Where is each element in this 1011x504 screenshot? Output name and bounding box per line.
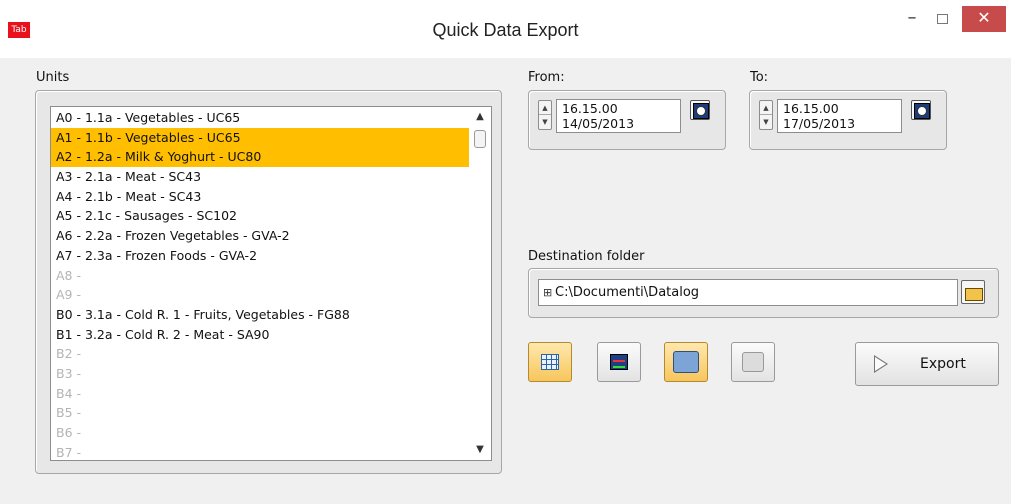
scroll-down-icon[interactable]: ▼ — [474, 444, 486, 456]
from-datetime-panel: ▲ ▼ 16.15.00 14/05/2013 — [528, 90, 726, 150]
spin-down-icon[interactable]: ▼ — [539, 115, 551, 129]
list-item[interactable]: B7 - — [51, 443, 469, 460]
list-item[interactable]: A4 - 2.1b - Meat - SC43 — [51, 187, 469, 207]
list-item[interactable]: B3 - — [51, 364, 469, 384]
from-time: 16.15.00 — [562, 101, 618, 116]
list-item[interactable]: B0 - 3.1a - Cold R. 1 - Fruits, Vegetabl… — [51, 305, 469, 325]
spin-up-icon[interactable]: ▲ — [539, 101, 551, 115]
list-item[interactable]: B5 - — [51, 403, 469, 423]
export-label: Export — [920, 356, 966, 372]
list-item[interactable]: B2 - — [51, 344, 469, 364]
title-bar: Tab Quick Data Export – ✕ — [0, 0, 1011, 58]
list-item[interactable]: A1 - 1.1b - Vegetables - UC65 — [51, 127, 469, 148]
minimize-button[interactable]: – — [898, 6, 926, 32]
export-button[interactable]: Export — [855, 342, 999, 386]
to-datetime-panel: ▲ ▼ 16.15.00 17/05/2013 — [749, 90, 947, 150]
list-item[interactable]: B6 - — [51, 423, 469, 443]
to-calendar-clock-icon[interactable] — [911, 100, 931, 120]
from-datetime-field[interactable]: 16.15.00 14/05/2013 — [556, 99, 681, 133]
destination-path: C:\Documenti\Datalog — [555, 285, 700, 300]
table-format-button[interactable] — [528, 342, 572, 382]
list-item[interactable]: A7 - 2.3a - Frozen Foods - GVA-2 — [51, 246, 469, 266]
list-item[interactable]: A3 - 2.1a - Meat - SC43 — [51, 167, 469, 187]
units-panel: A0 - 1.1a - Vegetables - UC65 A1 - 1.1b -… — [35, 90, 502, 474]
list-item[interactable]: A8 - — [51, 266, 469, 286]
list-item[interactable]: A6 - 2.2a - Frozen Vegetables - GVA-2 — [51, 226, 469, 246]
save-to-disk-button[interactable] — [664, 342, 708, 382]
destination-panel: ⊞ C:\Documenti\Datalog — [528, 268, 999, 318]
units-list: A0 - 1.1a - Vegetables - UC65 A1 - 1.1b -… — [51, 108, 469, 460]
to-label: To: — [750, 70, 769, 85]
scroll-up-icon[interactable]: ▲ — [474, 111, 486, 123]
from-calendar-clock-icon[interactable] — [690, 100, 710, 120]
list-item[interactable]: B1 - 3.2a - Cold R. 2 - Meat - SA90 — [51, 325, 469, 345]
to-spinner[interactable]: ▲ ▼ — [759, 100, 773, 130]
window-title: Quick Data Export — [432, 20, 579, 40]
maximize-icon — [936, 14, 948, 24]
play-arrow-icon — [874, 355, 888, 373]
print-button[interactable] — [731, 342, 775, 382]
chart-icon — [610, 354, 628, 370]
to-date: 17/05/2013 — [783, 116, 856, 131]
chart-format-button[interactable] — [597, 342, 641, 382]
spin-up-icon[interactable]: ▲ — [760, 101, 772, 115]
browse-folder-icon[interactable] — [961, 280, 985, 304]
units-scrollbar[interactable]: ▲ ▼ — [469, 107, 491, 460]
path-icon: ⊞ — [543, 286, 553, 299]
from-date: 14/05/2013 — [562, 116, 635, 131]
list-item[interactable]: B4 - — [51, 384, 469, 404]
print-icon — [742, 352, 764, 372]
list-item[interactable]: A5 - 2.1c - Sausages - SC102 — [51, 206, 469, 226]
destination-label: Destination folder — [528, 249, 645, 264]
maximize-button[interactable] — [928, 6, 956, 32]
save-icon — [673, 351, 699, 373]
units-label: Units — [36, 70, 70, 85]
from-label: From: — [528, 70, 565, 85]
to-datetime-field[interactable]: 16.15.00 17/05/2013 — [777, 99, 902, 133]
spin-down-icon[interactable]: ▼ — [760, 115, 772, 129]
from-spinner[interactable]: ▲ ▼ — [538, 100, 552, 130]
close-button[interactable]: ✕ — [962, 6, 1006, 32]
list-item[interactable]: A9 - — [51, 285, 469, 305]
units-listbox[interactable]: A0 - 1.1a - Vegetables - UC65 A1 - 1.1b -… — [50, 106, 492, 461]
list-item[interactable]: A2 - 1.2a - Milk & Yoghurt - UC80 — [51, 147, 469, 168]
destination-path-field[interactable]: ⊞ C:\Documenti\Datalog — [538, 279, 958, 306]
scroll-thumb[interactable] — [474, 130, 486, 148]
to-time: 16.15.00 — [783, 101, 839, 116]
table-icon — [541, 354, 559, 370]
list-item[interactable]: A0 - 1.1a - Vegetables - UC65 — [51, 108, 469, 128]
